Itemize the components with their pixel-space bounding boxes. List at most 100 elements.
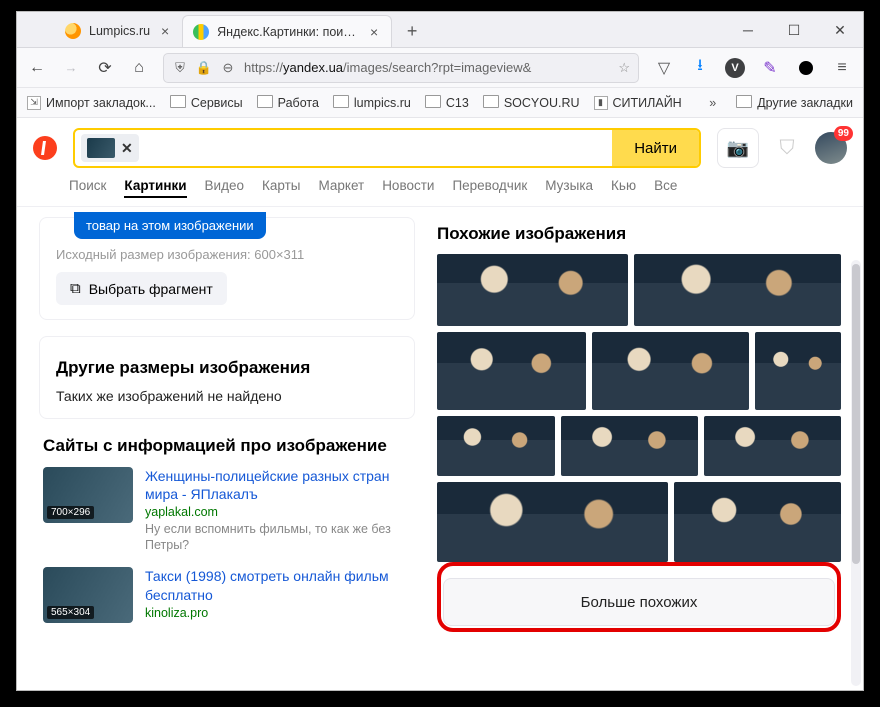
- new-tab-button[interactable]: +: [398, 17, 426, 45]
- pocket-icon[interactable]: ▽: [653, 57, 675, 79]
- bookmark-item[interactable]: Работа: [257, 95, 319, 111]
- bookmark-item[interactable]: ⇲Импорт закладок...: [27, 96, 156, 110]
- maximize-button[interactable]: ☐: [771, 12, 817, 48]
- extension-dark-icon[interactable]: [795, 57, 817, 79]
- shield-icon: ⛨: [172, 60, 188, 76]
- tab-all[interactable]: Все: [654, 178, 677, 198]
- search-row: ✕ Найти 📷 ⛉ 99: [17, 118, 863, 174]
- camera-search-button[interactable]: 📷: [717, 128, 759, 168]
- folder-icon: [257, 95, 273, 111]
- bookmark-item[interactable]: SOCYOU.RU: [483, 95, 580, 111]
- site-result[interactable]: 700×296 Женщины-полицейские разных стран…: [43, 467, 411, 554]
- similar-image[interactable]: [437, 416, 555, 476]
- chip-remove-icon[interactable]: ✕: [121, 140, 133, 157]
- similar-image[interactable]: [704, 416, 841, 476]
- star-icon[interactable]: ☆: [618, 60, 630, 76]
- search-box[interactable]: ✕ Найти: [73, 128, 701, 168]
- tab-news[interactable]: Новости: [382, 178, 434, 198]
- similar-grid: [437, 254, 841, 562]
- crop-button[interactable]: ⧉ Выбрать фрагмент: [56, 272, 227, 305]
- left-column: товар на этом изображении Исходный разме…: [39, 217, 415, 655]
- similar-image[interactable]: [437, 254, 628, 326]
- result-title[interactable]: Женщины-полицейские разных стран мира - …: [145, 467, 411, 503]
- forward-button[interactable]: →: [61, 58, 81, 78]
- lock-icon: 🔒: [196, 60, 212, 76]
- crop-icon: ⧉: [70, 280, 81, 297]
- close-tab-icon[interactable]: ×: [158, 24, 172, 38]
- other-sizes-empty: Таких же изображений не найдено: [56, 388, 398, 404]
- tab-label: Lumpics.ru: [89, 24, 150, 38]
- similar-image[interactable]: [561, 416, 698, 476]
- similar-image[interactable]: [634, 254, 841, 326]
- image-chip[interactable]: ✕: [81, 134, 139, 162]
- user-avatar[interactable]: 99: [815, 132, 847, 164]
- similar-image[interactable]: [674, 482, 841, 562]
- extension-feather-icon[interactable]: ✎: [759, 57, 781, 79]
- bookmark-item[interactable]: ▮СИТИЛАЙН: [594, 96, 682, 110]
- tab-translate[interactable]: Переводчик: [452, 178, 527, 198]
- other-sizes-card: Другие размеры изображения Таких же изоб…: [39, 336, 415, 419]
- bookmarks-overflow[interactable]: »: [709, 96, 722, 110]
- result-domain: kinoliza.pro: [145, 606, 411, 620]
- similar-image[interactable]: [592, 332, 749, 410]
- bookmarks-bar: ⇲Импорт закладок... Сервисы Работа lumpi…: [17, 88, 863, 118]
- page-content: ✕ Найти 📷 ⛉ 99 Поиск Картинки Видео Карт…: [17, 118, 863, 690]
- result-snippet: Ну если вспомнить фильмы, то как же без …: [145, 521, 411, 554]
- product-on-image-hint[interactable]: товар на этом изображении: [74, 212, 266, 239]
- site-result[interactable]: 565×304 Такси (1998) смотреть онлайн фил…: [43, 567, 411, 623]
- yandex-logo[interactable]: [33, 136, 57, 160]
- back-button[interactable]: ←: [27, 58, 47, 78]
- window-controls: ─ ☐ ✕: [725, 12, 863, 48]
- result-title[interactable]: Такси (1998) смотреть онлайн фильм беспл…: [145, 567, 411, 603]
- folder-icon: [170, 95, 186, 111]
- scrollbar-thumb[interactable]: [852, 264, 860, 564]
- search-button[interactable]: Найти: [612, 130, 699, 166]
- result-thumb: 565×304: [43, 567, 133, 623]
- close-window-button[interactable]: ✕: [817, 12, 863, 48]
- similar-image[interactable]: [755, 332, 841, 410]
- notification-badge: 99: [834, 126, 853, 141]
- sites-heading: Сайты с информацией про изображение: [43, 435, 411, 456]
- tab-lumpics[interactable]: Lumpics.ru ×: [55, 15, 182, 47]
- tab-music[interactable]: Музыка: [545, 178, 593, 198]
- other-bookmarks[interactable]: Другие закладки: [736, 95, 853, 111]
- tab-yandex-images[interactable]: Яндекс.Картинки: поиск по из ×: [182, 15, 392, 47]
- home-button[interactable]: ⌂: [129, 58, 149, 78]
- more-similar-button[interactable]: Больше похожих: [443, 578, 835, 626]
- tab-strip: Lumpics.ru × Яндекс.Картинки: поиск по и…: [17, 12, 863, 48]
- tab-label: Яндекс.Картинки: поиск по из: [217, 25, 359, 39]
- folder-icon: [425, 95, 441, 111]
- result-domain: yaplakal.com: [145, 505, 411, 519]
- toolbar: ← → ⟳ ⌂ ⛨ 🔒 ⊖ https://yandex.ua/images/s…: [17, 48, 863, 88]
- tab-maps[interactable]: Карты: [262, 178, 300, 198]
- permissions-icon: ⊖: [220, 60, 236, 76]
- folder-icon: [483, 95, 499, 111]
- tab-images[interactable]: Картинки: [124, 178, 186, 198]
- similar-image[interactable]: [437, 332, 586, 410]
- tab-search[interactable]: Поиск: [69, 178, 106, 198]
- close-tab-icon[interactable]: ×: [367, 25, 381, 39]
- minimize-button[interactable]: ─: [725, 12, 771, 48]
- site-favicon: ▮: [594, 96, 608, 110]
- reload-button[interactable]: ⟳: [95, 58, 115, 78]
- import-icon: ⇲: [27, 96, 41, 110]
- address-bar[interactable]: ⛨ 🔒 ⊖ https://yandex.ua/images/search?rp…: [163, 53, 639, 83]
- extension-v-icon[interactable]: V: [725, 58, 745, 78]
- source-size-label: Исходный размер изображения: 600×311: [56, 247, 398, 262]
- tab-video[interactable]: Видео: [205, 178, 244, 198]
- service-tabs: Поиск Картинки Видео Карты Маркет Новост…: [17, 174, 863, 207]
- protect-icon[interactable]: ⛉: [775, 136, 799, 160]
- bookmark-item[interactable]: Сервисы: [170, 95, 243, 111]
- result-thumb: 700×296: [43, 467, 133, 523]
- url-text: https://yandex.ua/images/search?rpt=imag…: [244, 60, 610, 75]
- menu-button[interactable]: ≡: [831, 57, 853, 79]
- downloads-icon[interactable]: ⭳: [689, 57, 711, 79]
- tab-market[interactable]: Маркет: [318, 178, 364, 198]
- bookmark-item[interactable]: lumpics.ru: [333, 95, 411, 111]
- tab-q[interactable]: Кью: [611, 178, 636, 198]
- source-card: товар на этом изображении Исходный разме…: [39, 217, 415, 320]
- scrollbar[interactable]: [851, 260, 861, 686]
- bookmark-item[interactable]: C13: [425, 95, 469, 111]
- right-column: Похожие изображения: [437, 217, 841, 655]
- similar-image[interactable]: [437, 482, 668, 562]
